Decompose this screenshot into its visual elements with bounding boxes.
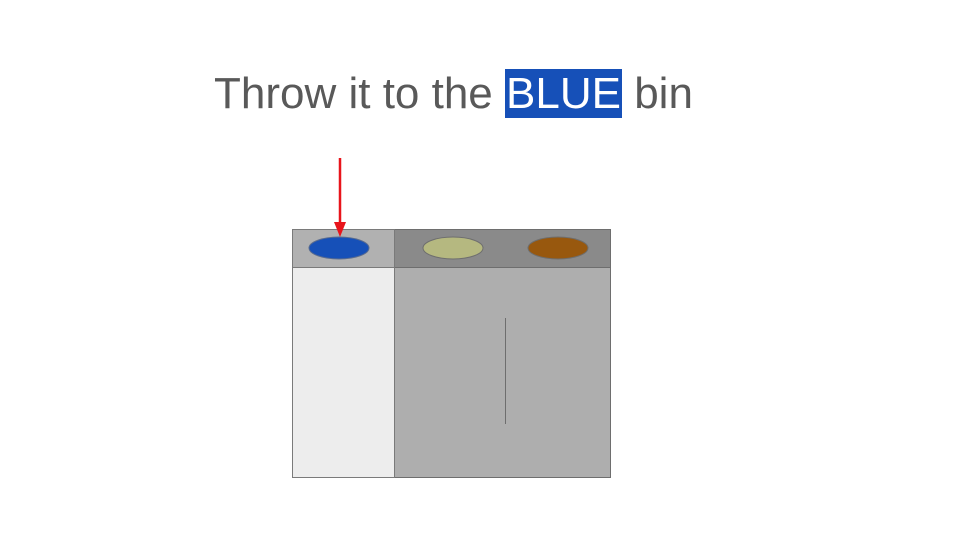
recycling-bins-diagram: [292, 158, 611, 478]
blue-bin[interactable]: [292, 229, 395, 478]
pointer-arrow: [334, 158, 346, 237]
other-bins-body: [394, 267, 611, 478]
brown-bin-opening[interactable]: [527, 236, 589, 260]
blue-bin-body: [292, 267, 395, 478]
other-bins-group: [394, 229, 611, 478]
khaki-bin-opening[interactable]: [422, 236, 484, 260]
slide: Throw it to the BLUE bin: [0, 0, 961, 538]
blue-bin-opening[interactable]: [308, 236, 370, 260]
